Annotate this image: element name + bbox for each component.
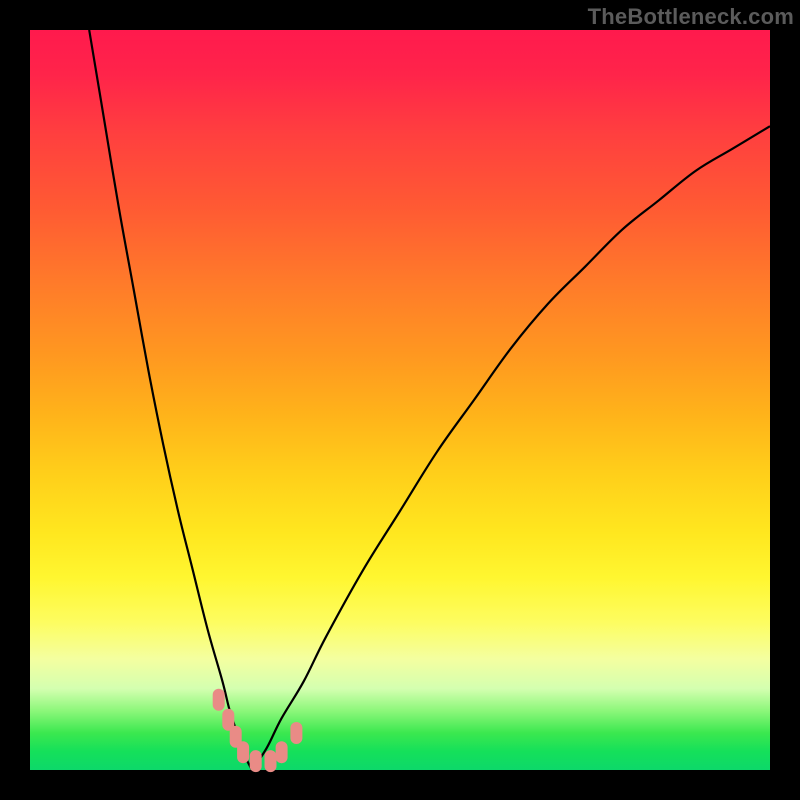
sample-marker [290,722,302,744]
plot-area [30,30,770,770]
bottleneck-curve-right [252,126,770,770]
sample-marker [237,741,249,763]
curve-layer [30,30,770,770]
sample-marker [213,689,225,711]
sample-marker [265,750,277,772]
sample-marker [276,741,288,763]
sample-markers [213,689,303,772]
chart-stage: TheBottleneck.com [0,0,800,800]
sample-marker [250,750,262,772]
bottleneck-curve-left [89,30,252,770]
attribution-text: TheBottleneck.com [588,4,794,30]
